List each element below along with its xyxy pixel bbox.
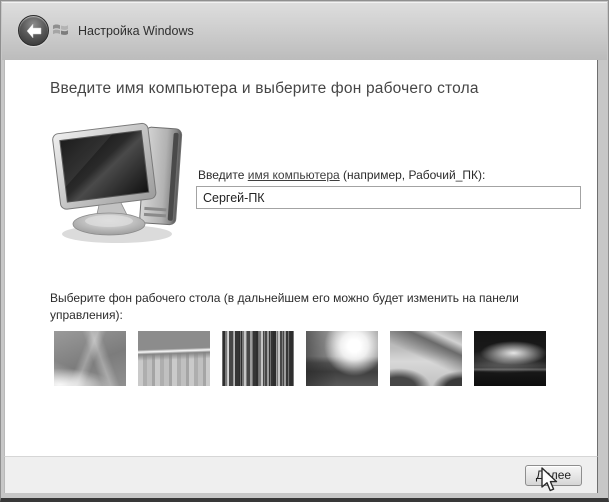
back-arrow-icon [25, 23, 43, 39]
setup-window: Настройка Windows Введите имя компьютера… [0, 0, 609, 502]
content-area: Введите имя компьютера и выберите фон ра… [4, 60, 598, 456]
page-title: Введите имя компьютера и выберите фон ра… [50, 80, 479, 98]
window-title: Настройка Windows [78, 24, 194, 38]
computer-name-label-prefix: Введите [198, 168, 248, 182]
computer-name-input[interactable] [196, 186, 581, 209]
next-button[interactable]: Далее [525, 465, 582, 486]
windows-logo-icon [52, 21, 69, 38]
background-prompt: Выберите фон рабочего стола (в дальнейше… [50, 290, 555, 324]
wallpaper-aurora-abstract-thumbnail[interactable] [54, 331, 126, 386]
wallpaper-northern-lights-thumbnail[interactable] [474, 331, 546, 386]
footer-bar: Далее [4, 456, 598, 493]
computer-name-link[interactable]: имя компьютера [248, 168, 340, 182]
computer-name-label-suffix: (например, Рабочий_ПК): [340, 168, 486, 182]
back-button[interactable] [18, 15, 49, 46]
computer-name-label: Введите имя компьютера (например, Рабочи… [198, 168, 485, 182]
background-thumbnails [54, 331, 546, 386]
computer-illustration-icon [47, 112, 202, 247]
wallpaper-coastal-rocks-thumbnail[interactable] [390, 331, 462, 386]
wallpaper-soft-light-streaks-thumbnail[interactable] [138, 331, 210, 386]
wallpaper-sunset-field-thumbnail[interactable] [306, 331, 378, 386]
wallpaper-birch-forest-thumbnail[interactable] [222, 331, 294, 386]
titlebar: Настройка Windows [2, 2, 607, 60]
